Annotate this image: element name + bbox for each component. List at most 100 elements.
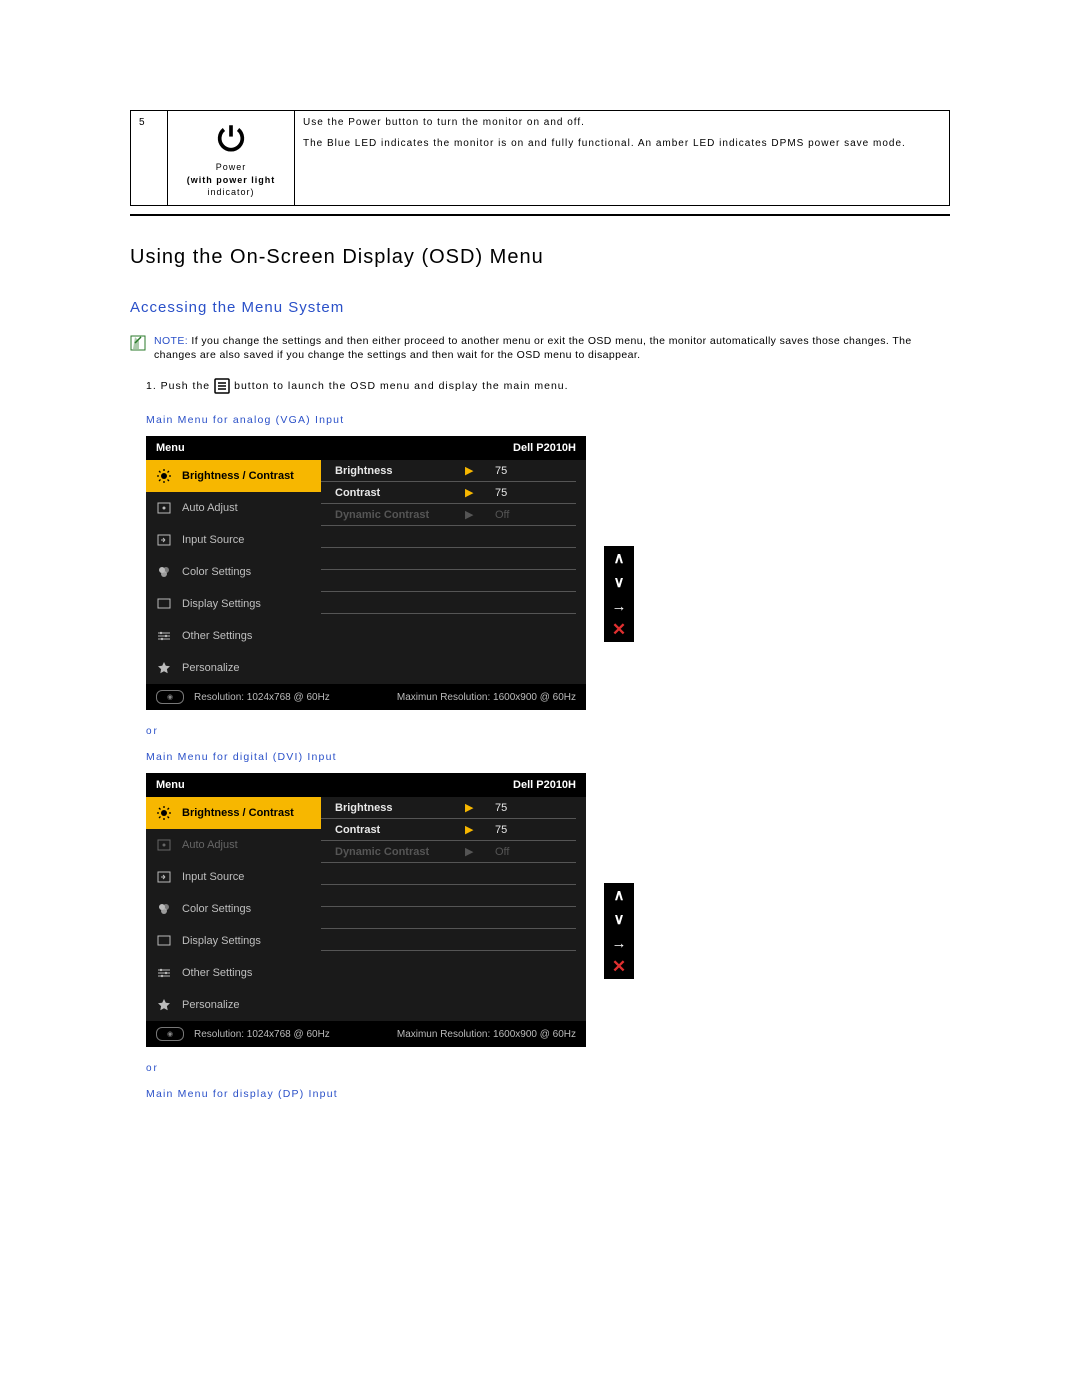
sidebar-item-display-settings[interactable]: Display Settings — [146, 588, 321, 620]
footer-max-resolution: Maximun Resolution: 1600x900 @ 60Hz — [397, 1029, 576, 1040]
sun-icon — [156, 468, 172, 484]
osd-menu-dvi: Menu Dell P2010H Brightness / Contrast A… — [146, 773, 586, 1047]
osd-model: Dell P2010H — [513, 779, 576, 791]
heading-accessing-menu: Accessing the Menu System — [130, 299, 950, 316]
auto-adjust-icon — [156, 837, 172, 853]
power-desc-1: Use the Power button to turn the monitor… — [303, 117, 941, 128]
or-label-1: or — [146, 726, 950, 737]
row-label: Dynamic Contrast — [321, 509, 465, 521]
power-label-1: Power — [216, 162, 247, 172]
arrow-icon: ▶ — [465, 508, 485, 521]
sidebar-label: Brightness / Contrast — [182, 807, 294, 819]
sidebar-item-personalize[interactable]: Personalize — [146, 652, 321, 684]
row-empty — [321, 526, 576, 548]
osd-down-button[interactable]: ∨ — [604, 907, 634, 931]
osd-up-button[interactable]: ∧ — [604, 883, 634, 907]
row-value: 75 — [485, 487, 507, 499]
sidebar-item-input-source[interactable]: Input Source — [146, 861, 321, 893]
arrow-icon: ▶ — [465, 823, 485, 836]
sidebar-label: Input Source — [182, 534, 244, 546]
sidebar-item-brightness-contrast[interactable]: Brightness / Contrast — [146, 460, 321, 492]
sidebar-label: Personalize — [182, 662, 239, 674]
menu-button-icon — [214, 378, 230, 394]
sidebar-item-auto-adjust[interactable]: Auto Adjust — [146, 492, 321, 524]
footer-resolution: Resolution: 1024x768 @ 60Hz — [194, 692, 330, 703]
other-settings-icon — [156, 628, 172, 644]
power-label-2: (with power light — [187, 175, 276, 185]
note-label: NOTE: — [154, 335, 188, 347]
arrow-icon: ▶ — [465, 464, 485, 477]
osd-button-stack: ∧ ∨ → ✕ — [604, 883, 634, 979]
row-empty — [321, 592, 576, 614]
osd-button-stack: ∧ ∨ → ✕ — [604, 546, 634, 642]
step1-prefix: 1. Push the — [146, 380, 210, 392]
sun-icon — [156, 805, 172, 821]
sidebar-label: Auto Adjust — [182, 839, 238, 851]
color-settings-icon — [156, 564, 172, 580]
caption-dp: Main Menu for display (DP) Input — [146, 1088, 950, 1100]
auto-adjust-icon — [156, 500, 172, 516]
heading-osd-menu: Using the On-Screen Display (OSD) Menu — [130, 246, 950, 269]
osd-up-button[interactable]: ∧ — [604, 546, 634, 570]
row-label: Contrast — [321, 824, 465, 836]
input-source-icon — [156, 532, 172, 548]
sidebar-item-personalize[interactable]: Personalize — [146, 989, 321, 1021]
power-icon — [176, 121, 286, 155]
power-button-table: 5 Power (with power light indicator) Use… — [130, 110, 950, 206]
input-source-icon — [156, 869, 172, 885]
osd-exit-button[interactable]: ✕ — [604, 618, 634, 642]
osd-down-button[interactable]: ∨ — [604, 570, 634, 594]
row-brightness[interactable]: Brightness ▶ 75 — [321, 797, 576, 819]
sidebar-item-brightness-contrast[interactable]: Brightness / Contrast — [146, 797, 321, 829]
row-contrast[interactable]: Contrast ▶ 75 — [321, 482, 576, 504]
row-empty — [321, 885, 576, 907]
row-contrast[interactable]: Contrast ▶ 75 — [321, 819, 576, 841]
sidebar-label: Color Settings — [182, 903, 251, 915]
sidebar-label: Auto Adjust — [182, 502, 238, 514]
note-row: NOTE: If you change the settings and the… — [130, 334, 950, 362]
note-text: If you change the settings and then eith… — [154, 335, 912, 361]
osd-enter-button[interactable]: → — [604, 931, 634, 955]
osd-title: Menu — [156, 442, 185, 454]
row-value: Off — [485, 846, 509, 858]
sidebar-item-input-source[interactable]: Input Source — [146, 524, 321, 556]
row-label: Brightness — [321, 465, 465, 477]
row-dynamic-contrast: Dynamic Contrast ▶ Off — [321, 504, 576, 526]
row-value: 75 — [485, 802, 507, 814]
sidebar-item-other-settings[interactable]: Other Settings — [146, 620, 321, 652]
sidebar-item-color-settings[interactable]: Color Settings — [146, 893, 321, 925]
footer-resolution: Resolution: 1024x768 @ 60Hz — [194, 1029, 330, 1040]
sidebar-item-other-settings[interactable]: Other Settings — [146, 957, 321, 989]
sidebar-label: Color Settings — [182, 566, 251, 578]
row-empty — [321, 907, 576, 929]
or-label-2: or — [146, 1063, 950, 1074]
row-empty — [321, 929, 576, 951]
row-value: 75 — [485, 824, 507, 836]
row-empty — [321, 548, 576, 570]
row-label: Dynamic Contrast — [321, 846, 465, 858]
power-desc-2: The Blue LED indicates the monitor is on… — [303, 138, 941, 149]
timing-pill-icon: ◉ — [156, 690, 184, 704]
osd-title: Menu — [156, 779, 185, 791]
osd-enter-button[interactable]: → — [604, 594, 634, 618]
osd-exit-button[interactable]: ✕ — [604, 955, 634, 979]
star-icon — [156, 660, 172, 676]
caption-vga: Main Menu for analog (VGA) Input — [146, 414, 950, 426]
caption-dvi: Main Menu for digital (DVI) Input — [146, 751, 950, 763]
section-divider — [130, 214, 950, 216]
footer-max-resolution: Maximun Resolution: 1600x900 @ 60Hz — [397, 692, 576, 703]
arrow-icon: ▶ — [465, 486, 485, 499]
row-label: Contrast — [321, 487, 465, 499]
sidebar-label: Input Source — [182, 871, 244, 883]
power-label-3: indicator) — [207, 187, 254, 197]
sidebar-label: Display Settings — [182, 935, 261, 947]
row-empty — [321, 570, 576, 592]
sidebar-item-display-settings[interactable]: Display Settings — [146, 925, 321, 957]
display-settings-icon — [156, 596, 172, 612]
sidebar-label: Other Settings — [182, 630, 252, 642]
row-brightness[interactable]: Brightness ▶ 75 — [321, 460, 576, 482]
color-settings-icon — [156, 901, 172, 917]
power-description-cell: Use the Power button to turn the monitor… — [295, 111, 950, 206]
note-icon — [130, 335, 146, 351]
sidebar-item-color-settings[interactable]: Color Settings — [146, 556, 321, 588]
